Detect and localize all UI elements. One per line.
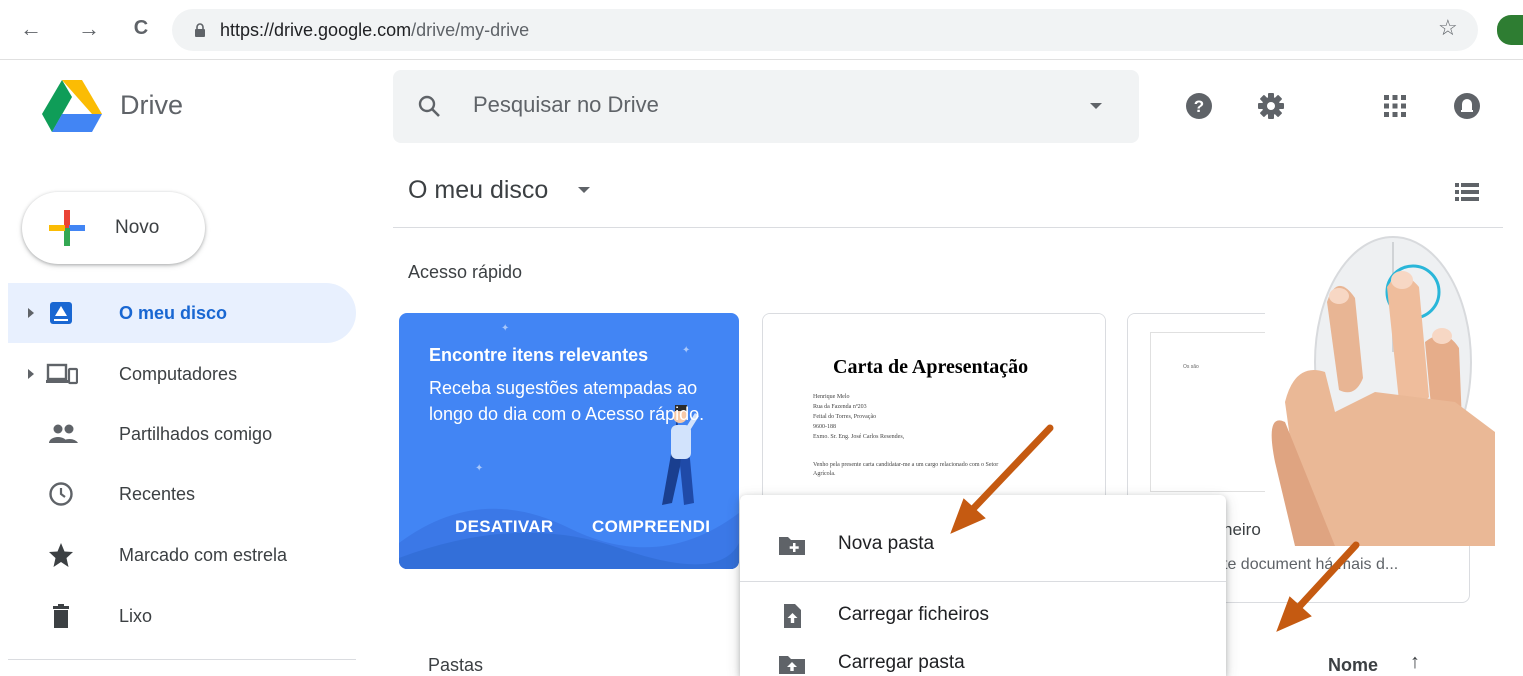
search-input[interactable] bbox=[473, 92, 1033, 118]
breadcrumb-dropdown-icon[interactable] bbox=[578, 187, 590, 193]
sidebar-item-label: Computadores bbox=[119, 364, 238, 384]
quick-access-title: Acesso rápido bbox=[408, 262, 523, 282]
got-it-button[interactable]: COMPREENDI bbox=[592, 517, 710, 537]
disable-button[interactable]: DESATIVAR bbox=[455, 517, 553, 537]
bookmark-star-icon[interactable]: ☆ bbox=[1438, 15, 1458, 41]
plus-icon bbox=[49, 210, 85, 246]
search-icon[interactable] bbox=[417, 94, 441, 118]
doc-line: 9600-188 bbox=[813, 424, 836, 430]
menu-item-label: Carregar pasta bbox=[838, 652, 965, 673]
menu-item-new-folder[interactable]: Nova pasta bbox=[740, 519, 1226, 571]
upload-folder-icon bbox=[779, 656, 805, 674]
notifications-icon[interactable] bbox=[1453, 92, 1481, 120]
sidebar-item-label: Marcado com estrela bbox=[119, 545, 288, 565]
svg-text:✦: ✦ bbox=[682, 345, 690, 356]
breadcrumb[interactable]: O meu disco bbox=[408, 176, 548, 205]
sidebar-item-label: Recentes bbox=[119, 484, 196, 504]
new-folder-icon bbox=[779, 537, 805, 555]
profile-avatar[interactable] bbox=[1497, 15, 1523, 45]
apps-grid-icon[interactable] bbox=[1381, 92, 1409, 120]
url-host: https://drive.google.com bbox=[220, 20, 412, 40]
star-icon bbox=[49, 543, 73, 567]
sidebar-item-my-drive[interactable]: O meu disco bbox=[8, 283, 356, 343]
doc-line: Exmo. Sr. Eng. José Carlos Resendes, bbox=[813, 434, 905, 440]
menu-divider bbox=[740, 581, 1226, 582]
lock-icon bbox=[195, 23, 205, 37]
browser-toolbar: ← → C https://drive.google.com/drive/my-… bbox=[0, 0, 1523, 60]
doc-line: Venho pela presente carta candidatar-me … bbox=[813, 462, 999, 468]
doc-preview-text: Os são bbox=[1183, 364, 1199, 370]
file-name: neiro bbox=[1223, 520, 1261, 539]
sidebar-item-computers[interactable]: Computadores bbox=[8, 344, 356, 404]
drive-logo bbox=[42, 80, 102, 132]
new-button-label: Novo bbox=[115, 217, 160, 238]
sidebar-item-label: Partilhados comigo bbox=[119, 424, 273, 444]
doc-line: Agrícola. bbox=[813, 471, 836, 477]
promo-title: Encontre itens relevantes bbox=[429, 345, 649, 365]
sort-by-name-button[interactable]: Nome bbox=[1328, 655, 1378, 676]
upload-file-icon bbox=[784, 604, 801, 628]
menu-item-upload-folder[interactable]: Carregar pasta bbox=[740, 638, 1226, 676]
sidebar-item-recent[interactable]: Recentes bbox=[8, 464, 356, 524]
back-icon[interactable]: ← bbox=[18, 16, 44, 42]
svg-text:✦: ✦ bbox=[475, 463, 483, 474]
sidebar-item-trash[interactable]: Lixo bbox=[8, 586, 356, 646]
search-bar[interactable] bbox=[393, 70, 1139, 143]
doc-heading: Carta de Apresentação bbox=[833, 356, 1029, 378]
svg-text:?: ? bbox=[1194, 97, 1204, 116]
search-options-icon[interactable] bbox=[1090, 103, 1102, 109]
promo-body: Receba sugestões atempadas ao longo do d… bbox=[429, 378, 705, 424]
menu-item-label: Nova pasta bbox=[838, 533, 935, 554]
sidebar-divider bbox=[8, 659, 356, 660]
main-divider bbox=[393, 227, 1503, 228]
computers-icon bbox=[46, 363, 78, 385]
expand-arrow-icon[interactable] bbox=[28, 308, 34, 318]
svg-text:✦: ✦ bbox=[501, 323, 509, 334]
new-button[interactable]: Novo bbox=[22, 192, 205, 264]
sidebar-item-starred[interactable]: Marcado com estrela bbox=[8, 525, 356, 585]
url-text: https://drive.google.com/drive/my-drive bbox=[220, 20, 529, 41]
url-path: /drive/my-drive bbox=[411, 20, 530, 40]
doc-line: Feital do Torres, Provação bbox=[813, 414, 877, 420]
file-thumbnail: Carta de Apresentação Henrique Melo Rua … bbox=[763, 314, 1105, 499]
doc-line: Rua da Fazenda nº203 bbox=[813, 404, 867, 410]
shared-people-icon bbox=[49, 424, 78, 443]
forward-icon[interactable]: → bbox=[76, 16, 102, 42]
menu-item-upload-files[interactable]: Carregar ficheiros bbox=[740, 590, 1226, 642]
quick-access-promo-card: ✦ ✦ ✦ Encontre itens relevantes Receba s… bbox=[399, 313, 739, 569]
right-click-illustration bbox=[1265, 232, 1523, 546]
my-drive-icon bbox=[50, 302, 72, 324]
sort-direction-icon[interactable]: ↑ bbox=[1410, 651, 1420, 674]
clock-icon bbox=[49, 482, 73, 506]
trash-icon bbox=[53, 604, 69, 628]
app-name: Drive bbox=[120, 90, 184, 120]
sidebar-item-label: O meu disco bbox=[119, 303, 228, 323]
expand-arrow-icon[interactable] bbox=[28, 369, 34, 379]
file-subtitle: te document há mais d... bbox=[1223, 556, 1399, 573]
help-icon[interactable]: ? bbox=[1185, 92, 1213, 120]
menu-item-label: Carregar ficheiros bbox=[838, 604, 989, 625]
folders-section-title: Pastas bbox=[428, 655, 484, 675]
sidebar-item-shared[interactable]: Partilhados comigo bbox=[8, 404, 356, 464]
reload-icon[interactable]: C bbox=[128, 17, 154, 40]
sidebar-item-label: Lixo bbox=[119, 606, 153, 626]
settings-icon[interactable] bbox=[1257, 92, 1285, 120]
address-bar[interactable]: https://drive.google.com/drive/my-drive bbox=[172, 9, 1478, 51]
new-item-context-menu: Nova pasta Carregar ficheiros Carregar p… bbox=[740, 495, 1226, 676]
list-view-icon[interactable] bbox=[1455, 182, 1479, 202]
doc-line: Henrique Melo bbox=[813, 394, 850, 400]
